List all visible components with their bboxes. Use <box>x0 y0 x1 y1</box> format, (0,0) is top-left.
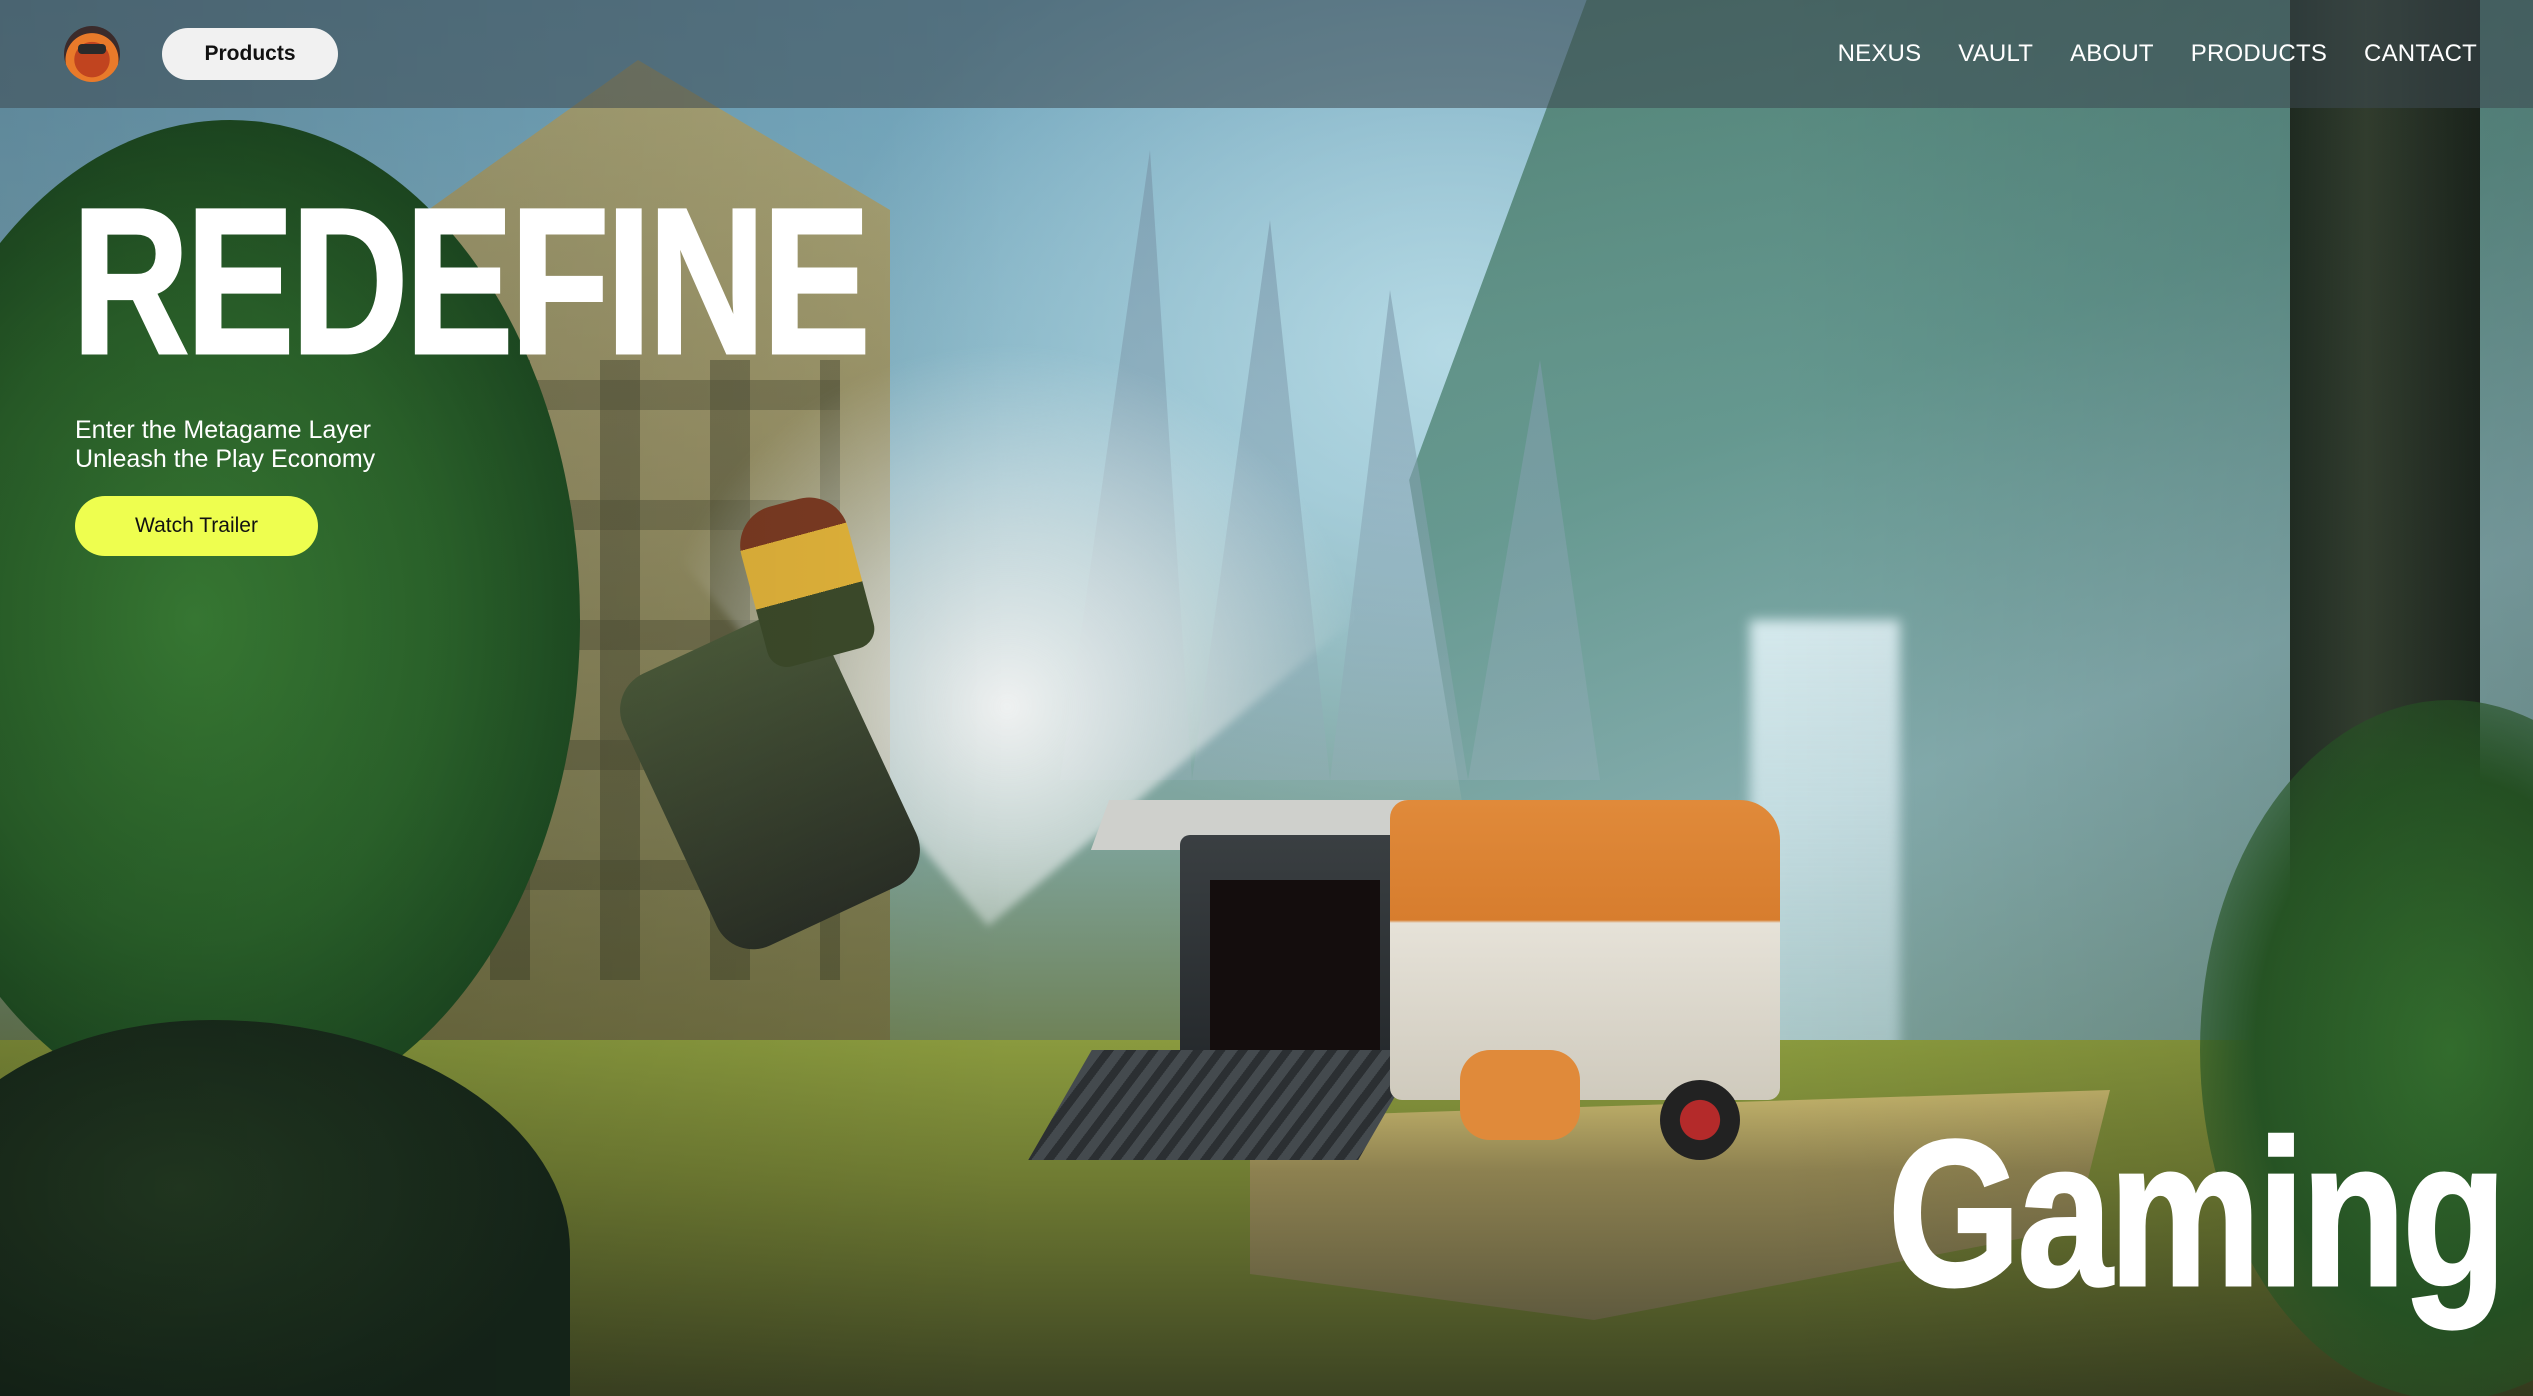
hero-subtitle: Enter the Metagame Layer Unleash the Pla… <box>75 416 375 474</box>
hero-subtitle-line-1: Enter the Metagame Layer <box>75 416 371 444</box>
nav-link-contact[interactable]: CANTACT <box>2364 40 2477 68</box>
products-button[interactable]: Products <box>162 28 338 80</box>
top-navbar: Products NEXUS VAULT ABOUT PRODUCTS CANT… <box>0 0 2533 108</box>
hero-corner-word: Gaming <box>1887 1098 2508 1330</box>
nav-link-about[interactable]: ABOUT <box>2070 40 2154 68</box>
hero-headline: REDEFINE <box>71 166 872 398</box>
hero-subtitle-line-2: Unleash the Play Economy <box>75 445 376 473</box>
hero-section: Products NEXUS VAULT ABOUT PRODUCTS CANT… <box>0 0 2533 1396</box>
navbar-left-group: Products <box>64 26 338 82</box>
game-logo-icon[interactable] <box>64 26 120 82</box>
nav-link-products[interactable]: PRODUCTS <box>2191 40 2327 68</box>
nav-link-nexus[interactable]: NEXUS <box>1838 40 1922 68</box>
nav-link-vault[interactable]: VAULT <box>1958 40 2033 68</box>
nav-links: NEXUS VAULT ABOUT PRODUCTS CANTACT <box>1838 40 2477 68</box>
watch-trailer-button[interactable]: Watch Trailer <box>75 496 318 556</box>
